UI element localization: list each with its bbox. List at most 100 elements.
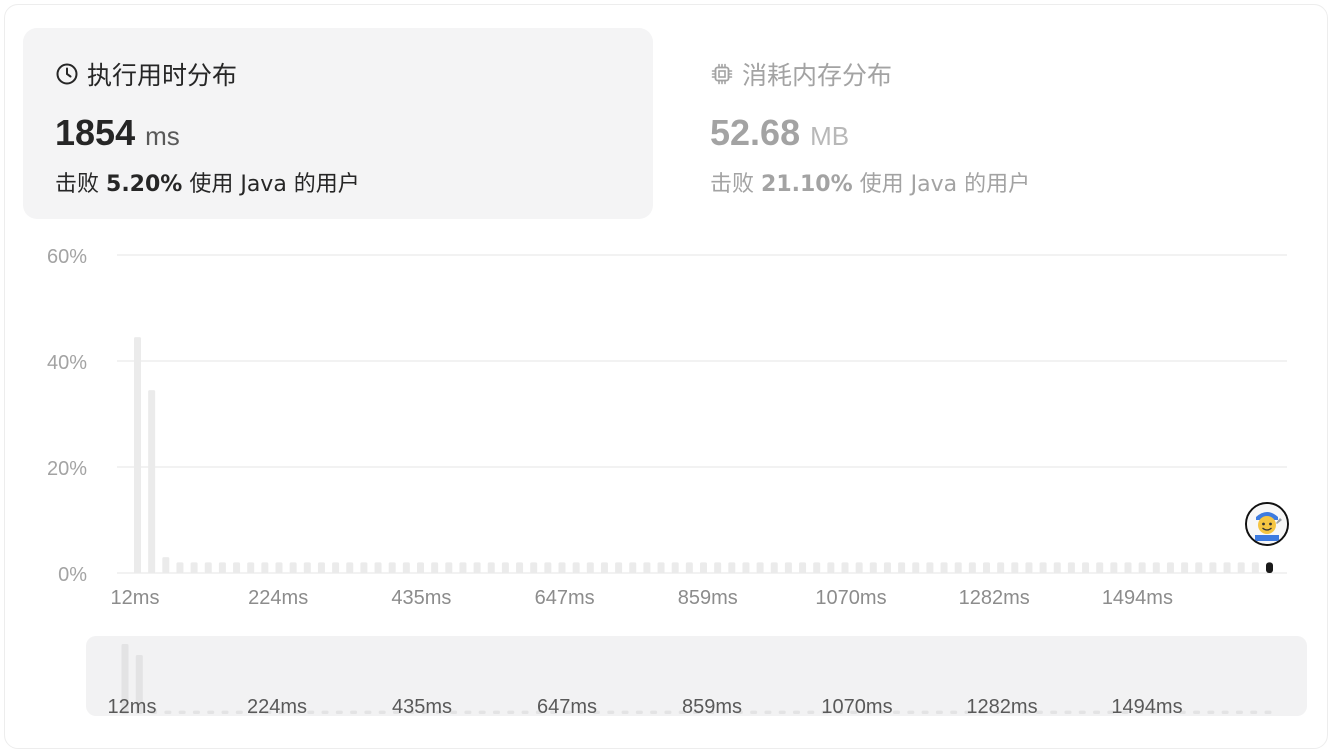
user-avatar[interactable] (1245, 502, 1289, 546)
histogram-bar (1166, 562, 1174, 573)
y-tick-label: 20% (47, 458, 87, 480)
navigator-bar (778, 710, 786, 714)
y-tick-label: 60% (47, 246, 87, 268)
x-tick-label: 1070ms (815, 587, 886, 609)
histogram-bar (1025, 562, 1033, 573)
navigator-bar (1050, 710, 1058, 714)
histogram-bar (289, 562, 297, 573)
histogram-bar (275, 562, 283, 573)
navigator-bar (1207, 710, 1215, 714)
histogram-bar (742, 562, 750, 573)
navigator-bar (1093, 710, 1101, 714)
navigator-bar (1193, 710, 1201, 714)
histogram-bar (431, 562, 439, 573)
histogram-bar (1195, 562, 1203, 573)
histogram-bar (459, 562, 467, 573)
histogram-bar (148, 390, 156, 573)
navigator-bar (1235, 710, 1243, 714)
navigator-x-label: 1494ms (1111, 696, 1182, 716)
histogram-bar (869, 562, 877, 573)
histogram-bar (643, 562, 651, 573)
navigator-bar (764, 710, 772, 714)
histogram-bar (176, 562, 184, 573)
chart-range-navigator[interactable]: 12ms 224ms 435ms 647ms 859ms 1070ms 1282ms 1494… (86, 636, 1307, 716)
histogram-bar (1082, 562, 1090, 573)
y-tick-label: 0% (58, 564, 87, 586)
histogram-bar (1152, 562, 1160, 573)
histogram-bar (346, 562, 354, 573)
histogram-bar (402, 562, 410, 573)
histogram-bar (516, 562, 524, 573)
histogram-bar (657, 562, 665, 573)
histogram-bar (898, 562, 906, 573)
histogram-bar (1053, 562, 1061, 573)
x-tick-label: 1282ms (959, 587, 1030, 609)
histogram-bar (1039, 562, 1047, 573)
navigator-x-label: 1070ms (821, 696, 892, 716)
navigator-bar (307, 710, 315, 714)
navigator-bar (750, 710, 758, 714)
histogram-bar (700, 562, 707, 573)
histogram-bar (728, 562, 736, 573)
histogram-bar (572, 562, 580, 573)
x-tick-label: 224ms (248, 587, 308, 609)
histogram-bar (1237, 562, 1245, 573)
navigator-bar (221, 710, 229, 714)
histogram-bar (1251, 562, 1259, 573)
histogram-bar (303, 562, 311, 573)
histogram-bar (855, 562, 863, 573)
navigator-bar (935, 710, 943, 714)
navigator-bar (378, 710, 386, 714)
navigator-bar (1078, 710, 1086, 714)
histogram-bar (487, 562, 495, 573)
histogram-bar (1209, 562, 1217, 573)
histogram-bar (841, 562, 849, 573)
navigator-bar (350, 710, 358, 714)
histogram-bar (473, 562, 481, 573)
histogram-bar (247, 562, 255, 573)
histogram-bar (530, 562, 538, 573)
navigator-bar (664, 710, 672, 714)
histogram-bar (629, 562, 637, 573)
histogram-bar (615, 562, 623, 573)
navigator-bar (478, 710, 486, 714)
navigator-bar (893, 710, 901, 714)
histogram-bar (827, 562, 835, 573)
navigator-mini-chart[interactable]: 12ms 224ms 435ms 647ms 859ms 1070ms 1282ms 1494… (86, 636, 1307, 716)
histogram-bar (388, 562, 396, 573)
navigator-bar (464, 710, 472, 714)
navigator-bar (807, 710, 815, 714)
user-avatar-icon (1247, 504, 1287, 544)
navigator-x-label: 859ms (682, 696, 742, 716)
histogram-bar (756, 562, 764, 573)
navigator-x-label: 435ms (392, 696, 452, 716)
histogram-bar (190, 562, 198, 573)
histogram-bar (374, 562, 382, 573)
histogram-bar (685, 562, 693, 573)
histogram-bar (997, 562, 1005, 573)
histogram-bar (600, 562, 608, 573)
x-tick-label: 435ms (391, 587, 451, 609)
x-tick-label: 12ms (111, 587, 160, 609)
histogram-bar (1223, 562, 1231, 573)
navigator-bar (335, 710, 343, 714)
histogram-bar (445, 562, 453, 573)
histogram-bar (883, 562, 891, 573)
navigator-bar (521, 710, 529, 714)
histogram-bar (671, 562, 679, 573)
histogram-bar (218, 562, 226, 573)
highlighted-bar (1266, 562, 1273, 573)
navigator-bar (192, 710, 200, 714)
histogram-bar (954, 562, 962, 573)
histogram-bar (940, 562, 948, 573)
histogram-bar (134, 337, 141, 573)
histogram-bar (912, 562, 920, 573)
navigator-bar (164, 710, 172, 714)
histogram-bar (360, 562, 368, 573)
histogram-bar (544, 562, 552, 573)
histogram-bar (1011, 562, 1019, 573)
navigator-bar (1250, 710, 1258, 714)
runtime-distribution-chart[interactable]: 60% 40% 20% 0% 12ms 224ms 435ms 647ms 859ms 1070m… (0, 0, 1334, 630)
navigator-bar (907, 710, 915, 714)
histogram-bar (1138, 562, 1146, 573)
